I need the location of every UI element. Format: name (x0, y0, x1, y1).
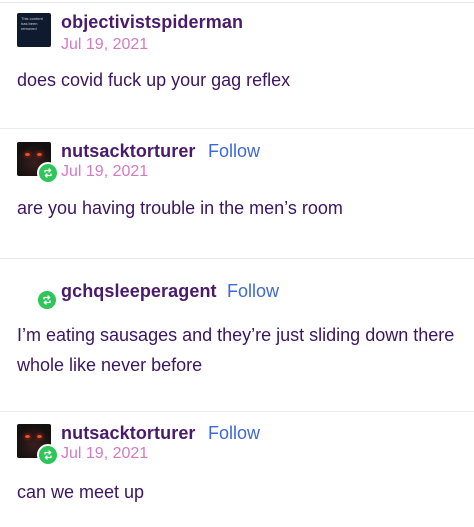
post-username[interactable]: nutsacktorturer (61, 423, 196, 444)
divider (0, 2, 474, 3)
post-username[interactable]: nutsacktorturer (61, 141, 196, 162)
divider (0, 258, 474, 259)
red-eye-icon (25, 153, 30, 156)
red-eye-icon (37, 153, 42, 156)
post-date[interactable]: Jul 19, 2021 (61, 445, 148, 463)
red-eye-icon (37, 435, 42, 438)
reblog-icon (37, 444, 59, 466)
divider (0, 128, 474, 129)
red-eye-icon (25, 435, 30, 438)
reblog-icon (36, 289, 58, 311)
content-removed-avatar[interactable]: This content has been removed (17, 13, 51, 47)
avatar-removed-text: This content has been removed (21, 16, 43, 31)
reblog-thread: This content has been removed objectivis… (0, 0, 474, 527)
divider (0, 411, 474, 412)
post-username[interactable]: gchqsleeperagent (61, 281, 217, 302)
post-username[interactable]: objectivistspiderman (61, 12, 243, 33)
post-body: I’m eating sausages and they’re just sli… (17, 325, 455, 375)
post-date[interactable]: Jul 19, 2021 (61, 36, 148, 54)
follow-button[interactable]: Follow (208, 423, 260, 444)
post-body: can we meet up (17, 482, 145, 502)
follow-button[interactable]: Follow (227, 281, 279, 302)
follow-button[interactable]: Follow (208, 141, 260, 162)
post-date[interactable]: Jul 19, 2021 (61, 163, 148, 181)
post-body: are you having trouble in the men’s room (17, 198, 343, 218)
reblog-icon (37, 162, 59, 184)
post-body: does covid fuck up your gag reflex (17, 70, 291, 90)
